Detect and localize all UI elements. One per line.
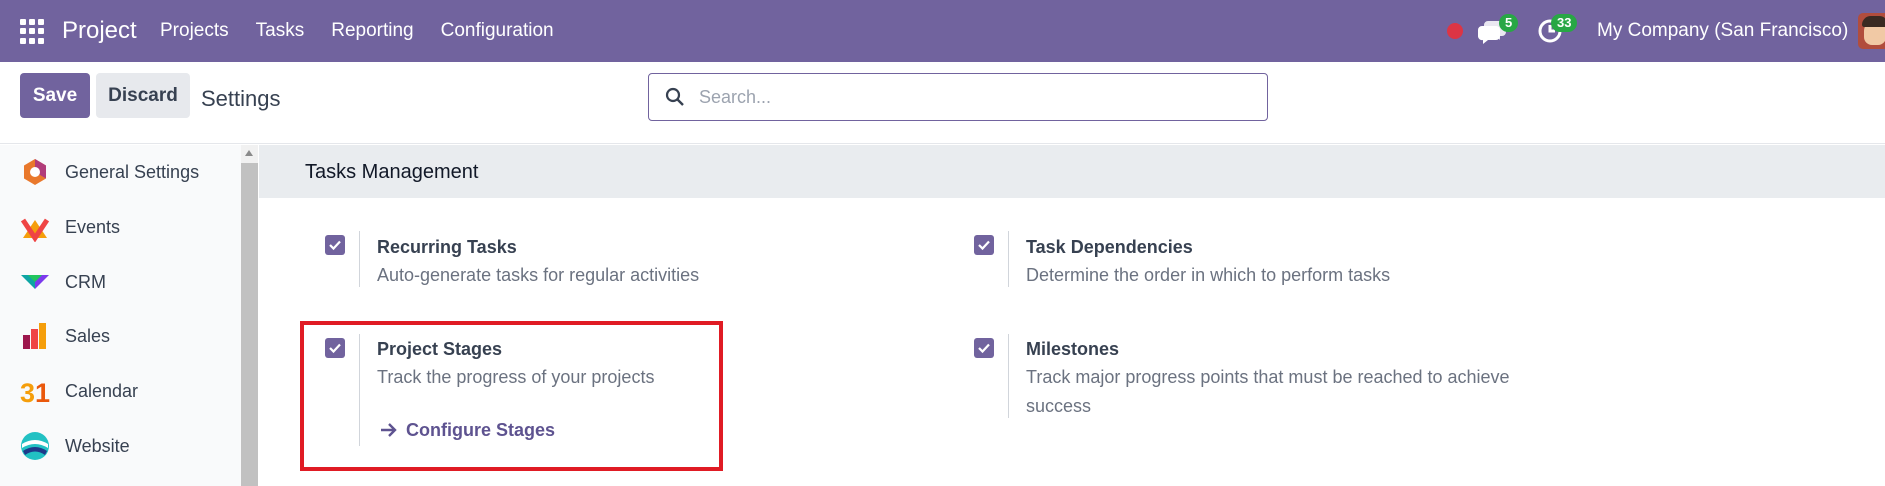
- sidebar-item-label: CRM: [65, 272, 106, 292]
- sidebar-scrollbar[interactable]: [241, 145, 258, 486]
- save-button[interactable]: Save: [20, 73, 90, 118]
- user-avatar[interactable]: [1858, 13, 1885, 49]
- menu-configuration[interactable]: Configuration: [441, 20, 554, 42]
- search-icon: [665, 87, 684, 106]
- top-navbar: Project Projects Tasks Reporting Configu…: [0, 0, 1885, 62]
- apps-grid-icon[interactable]: [20, 19, 45, 44]
- sidebar-item-crm[interactable]: CRM: [0, 255, 241, 305]
- divider: [1008, 334, 1009, 418]
- sidebar-item-events[interactable]: Events: [0, 200, 241, 250]
- recording-indicator-icon[interactable]: [1447, 23, 1463, 39]
- checkmark-icon: [978, 240, 990, 251]
- app-brand[interactable]: Project: [62, 17, 137, 45]
- recurring-tasks-checkbox[interactable]: [325, 235, 345, 255]
- menu-reporting[interactable]: Reporting: [331, 20, 413, 42]
- sidebar-item-website[interactable]: Website: [0, 419, 241, 469]
- sidebar-item-label: Events: [65, 217, 121, 237]
- activity-count-badge: 33: [1551, 14, 1578, 32]
- main-menu: Projects Tasks Reporting Configuration: [160, 20, 581, 42]
- highlight-annotation-box: [300, 321, 723, 471]
- sales-icon: [23, 323, 46, 349]
- sidebar-item-label: Website: [65, 436, 130, 456]
- svg-text:1: 1: [35, 378, 50, 406]
- sidebar-item-sales[interactable]: Sales: [0, 309, 241, 359]
- setting-desc-task-dependencies: Determine the order in which to perform …: [1026, 265, 1391, 285]
- setting-title-milestones: Milestones: [1026, 339, 1120, 359]
- milestones-checkbox[interactable]: [974, 338, 994, 358]
- divider: [359, 231, 360, 287]
- calendar-icon: 3 1: [20, 378, 50, 406]
- company-switcher[interactable]: My Company (San Francisco): [1597, 20, 1848, 42]
- setting-title-recurring-tasks: Recurring Tasks: [377, 237, 517, 257]
- discard-button[interactable]: Discard: [96, 73, 190, 118]
- sidebar-item-label: General Settings: [65, 162, 200, 182]
- sidebar-item-general-settings[interactable]: General Settings: [0, 145, 241, 195]
- website-icon: [21, 432, 49, 460]
- divider: [1008, 231, 1009, 287]
- setting-desc-milestones: Track major progress points that must be…: [1026, 367, 1510, 416]
- checkmark-icon: [329, 240, 341, 251]
- events-icon: [20, 218, 50, 242]
- menu-tasks[interactable]: Tasks: [256, 20, 305, 42]
- settings-sidebar: General Settings Events CRM Sales 3 1 Ca…: [0, 145, 241, 486]
- setting-desc-recurring-tasks: Auto-generate tasks for regular activiti…: [377, 265, 700, 285]
- scroll-up-arrow-icon[interactable]: [245, 150, 253, 156]
- checkmark-icon: [978, 343, 990, 354]
- general-settings-icon: [24, 159, 46, 185]
- search-box[interactable]: [648, 73, 1268, 121]
- sidebar-item-calendar[interactable]: 3 1 Calendar: [0, 364, 241, 414]
- breadcrumb: Settings: [201, 86, 281, 111]
- search-input[interactable]: [699, 82, 1239, 112]
- sidebar-item-label: Sales: [65, 326, 111, 346]
- crm-icon: [21, 275, 49, 289]
- sidebar-item-label: Calendar: [65, 381, 139, 401]
- task-dependencies-checkbox[interactable]: [974, 235, 994, 255]
- setting-title-task-dependencies: Task Dependencies: [1026, 237, 1193, 257]
- svg-text:3: 3: [20, 378, 35, 406]
- scrollbar-thumb[interactable]: [241, 163, 258, 486]
- chat-count-badge: 5: [1499, 14, 1519, 32]
- section-header: Tasks Management: [259, 145, 1885, 198]
- menu-projects[interactable]: Projects: [160, 20, 229, 42]
- control-panel: Save Discard Settings: [0, 62, 1885, 144]
- section-title: Tasks Management: [305, 161, 479, 183]
